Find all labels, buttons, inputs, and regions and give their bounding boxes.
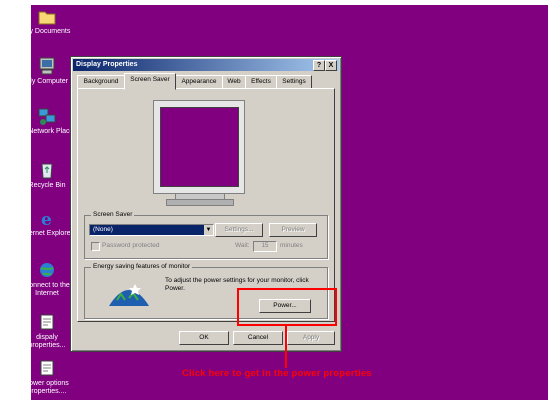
computer-icon bbox=[39, 57, 55, 75]
password-checkbox[interactable] bbox=[91, 242, 100, 251]
tab-effects[interactable]: Effects bbox=[245, 75, 277, 89]
desktop-icon-label: Connect to the Internet bbox=[24, 282, 70, 297]
settings-button[interactable]: Settings... bbox=[215, 223, 263, 237]
desktop-icon-label: My Documents bbox=[23, 28, 71, 35]
callout-caption: Click here to get in the power propertie… bbox=[182, 368, 372, 379]
desktop-icon-display-properties[interactable]: dispaly properties... bbox=[17, 312, 77, 350]
tab-background[interactable]: Background bbox=[77, 75, 125, 89]
desktop-icon-my-network-places[interactable]: My Network Places bbox=[17, 106, 77, 136]
recycle-bin-icon bbox=[41, 163, 53, 179]
svg-text:e: e bbox=[41, 210, 52, 228]
help-button[interactable]: ? bbox=[313, 60, 325, 71]
screen-saver-group: Screen Saver (None) ▼ Settings... Previe… bbox=[84, 211, 328, 259]
tab-screen-saver[interactable]: Screen Saver bbox=[124, 73, 176, 90]
chevron-down-icon[interactable]: ▼ bbox=[204, 225, 213, 235]
password-label: Password protected bbox=[102, 242, 160, 249]
tab-web[interactable]: Web bbox=[222, 75, 246, 89]
shortcut-icon bbox=[40, 360, 54, 376]
desktop-icon-recycle-bin[interactable]: Recycle Bin bbox=[17, 160, 77, 190]
desktop-icon-my-documents[interactable]: My Documents bbox=[17, 8, 77, 36]
screen-saver-select[interactable]: (None) ▼ bbox=[89, 224, 214, 236]
energy-star-icon bbox=[109, 284, 149, 306]
tab-settings[interactable]: Settings bbox=[276, 75, 312, 89]
dialog-title: Display Properties bbox=[76, 61, 138, 68]
wait-label: Wait: bbox=[235, 242, 250, 249]
title-bar[interactable]: Display Properties ? X bbox=[73, 59, 339, 71]
callout-line bbox=[285, 326, 287, 368]
desktop-icon-internet-explorer[interactable]: e Internet Explorer bbox=[17, 208, 77, 238]
desktop-icon-label: dispaly properties... bbox=[28, 334, 66, 349]
monitor-screen bbox=[160, 107, 239, 187]
wait-spinner[interactable]: 15 bbox=[253, 241, 277, 252]
monitor-preview bbox=[153, 100, 245, 194]
cancel-button[interactable]: Cancel bbox=[233, 331, 283, 345]
connect-icon bbox=[40, 263, 54, 277]
preview-button[interactable]: Preview bbox=[269, 223, 317, 237]
ok-button[interactable]: OK bbox=[179, 331, 229, 345]
desktop-icon-label: My Computer bbox=[25, 78, 68, 85]
desktop-icon-connect-internet[interactable]: Connect to the Internet bbox=[17, 260, 77, 298]
desktop-icon-power-options[interactable]: power options properties.... bbox=[17, 358, 77, 396]
monitor-base bbox=[166, 199, 234, 206]
minutes-label: minutes bbox=[280, 242, 303, 249]
desktop-icon-label: Internet Explorer bbox=[21, 230, 73, 237]
network-icon bbox=[38, 108, 56, 125]
desktop-icon-my-computer[interactable]: My Computer bbox=[17, 56, 77, 86]
apply-button[interactable]: Apply bbox=[287, 331, 335, 345]
close-button[interactable]: X bbox=[325, 60, 337, 71]
desktop-icon-label: power options properties.... bbox=[25, 380, 69, 395]
desktop-icon-label: Recycle Bin bbox=[28, 182, 66, 189]
ie-icon: e bbox=[41, 210, 52, 228]
folder-icon bbox=[38, 11, 56, 25]
group-label: Energy saving features of monitor bbox=[91, 263, 193, 271]
desktop-icon-label: My Network Places bbox=[17, 128, 77, 135]
shortcut-icon bbox=[40, 314, 54, 330]
tab-appearance[interactable]: Appearance bbox=[175, 75, 223, 89]
power-highlight-box bbox=[237, 288, 337, 326]
select-value: (None) bbox=[93, 226, 113, 233]
screen-saver-panel: Screen Saver (None) ▼ Settings... Previe… bbox=[77, 88, 335, 322]
group-label: Screen Saver bbox=[91, 211, 135, 219]
